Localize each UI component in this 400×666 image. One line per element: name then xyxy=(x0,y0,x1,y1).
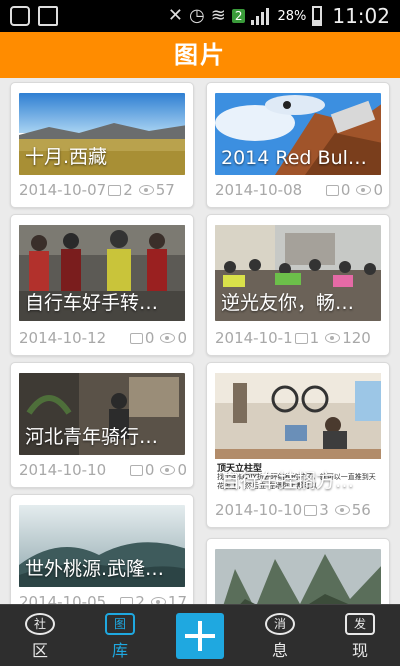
photo-date: 2014-10-08 xyxy=(215,181,303,199)
photo-card[interactable] xyxy=(206,538,390,604)
photo-thumbnail[interactable]: 世外桃源.武隆… xyxy=(19,505,185,587)
page-title: 图片 xyxy=(174,41,226,69)
view-icon xyxy=(138,185,154,195)
photo-caption: 2014 Red Bul… xyxy=(221,147,367,169)
view-count: 57 xyxy=(155,181,175,199)
photo-card[interactable]: 世外桃源.武隆… 2014-10-05 2 17 xyxy=(10,494,194,604)
photo-date: 2014-10-07 xyxy=(19,181,107,199)
view-icon xyxy=(356,185,372,195)
view-icon xyxy=(160,465,176,475)
comment-count: 0 xyxy=(144,461,155,479)
tab-label: 息 xyxy=(271,641,288,660)
photo-caption: 十月.西藏 xyxy=(25,146,108,168)
gallery-icon: 图 xyxy=(105,613,135,635)
comment-icon xyxy=(120,596,134,604)
comment-icon xyxy=(108,184,122,196)
title-bar: 图片 xyxy=(0,32,400,78)
comment-icon xyxy=(294,332,308,344)
tab-community[interactable]: 社 区 xyxy=(0,605,80,666)
photo-meta: 2014-10-12 0 0 xyxy=(19,327,187,349)
photo-card[interactable]: 十月.西藏 2014-10-07 2 57 xyxy=(10,82,194,208)
photo-card[interactable]: 自行车好手转… 2014-10-12 0 0 xyxy=(10,214,194,356)
comment-count: 0 xyxy=(144,329,155,347)
photo-thumbnail[interactable] xyxy=(215,549,381,604)
photo-thumbnail[interactable]: 2014 Red Bul… xyxy=(215,93,381,175)
photo-caption: 自行车好手转… xyxy=(25,292,159,314)
view-count: 0 xyxy=(177,329,187,347)
gallery-notification-icon xyxy=(38,6,58,26)
discover-icon: 发 xyxy=(345,613,375,635)
tab-label: 库 xyxy=(111,641,128,660)
comment-icon xyxy=(129,332,143,344)
mute-icon: ✕ xyxy=(167,5,183,26)
notification-icon xyxy=(10,6,30,26)
view-icon xyxy=(160,333,176,343)
photo-caption: 河北青年骑行… xyxy=(25,426,159,448)
photo-date: 2014-10-05 xyxy=(19,593,107,604)
photo-caption: 逆光友你，畅… xyxy=(221,292,355,314)
tab-label: 区 xyxy=(31,641,48,660)
photo-thumbnail[interactable]: 顶天立柱型 找个类似DIY抗去环结构的柱子，就可以一直推到天花板上，然后立 在墙… xyxy=(215,373,381,495)
photo-date: 2014-10-10 xyxy=(19,461,107,479)
comment-icon xyxy=(129,464,143,476)
photo-date: 2014-10-1 xyxy=(215,329,293,347)
view-count: 17 xyxy=(167,593,187,604)
comment-icon xyxy=(304,504,318,516)
photo-thumbnail[interactable]: 河北青年骑行… xyxy=(19,373,185,455)
comment-count: 2 xyxy=(135,593,145,604)
comment-icon xyxy=(325,184,339,196)
comment-count: 0 xyxy=(340,181,351,199)
tab-messages[interactable]: 消 息 xyxy=(240,605,320,666)
photo-feed[interactable]: 十月.西藏 2014-10-07 2 57 2014 Red Bul… 2 0 14… xyxy=(0,78,400,604)
view-count: 120 xyxy=(342,329,371,347)
add-button[interactable] xyxy=(176,613,224,659)
alarm-icon: ◷ xyxy=(189,5,205,26)
view-count: 56 xyxy=(351,501,371,519)
view-icon xyxy=(150,597,166,604)
photo-thumbnail[interactable]: 自行车好手转… xyxy=(19,225,185,321)
photo-date: 2014-10-10 xyxy=(215,501,303,519)
photo-card[interactable]: 河北青年骑行… 2014-10-10 0 0 xyxy=(10,362,194,488)
comment-count: 1 xyxy=(309,329,320,347)
photo-meta: 2014-10-1 1 120 xyxy=(215,327,383,349)
photo-meta: 2014-10-05 2 17 xyxy=(19,591,187,604)
battery-percent: 28% xyxy=(277,8,307,24)
photo-card[interactable]: 顶天立柱型 找个类似DIY抗去环结构的柱子，就可以一直推到天花板上，然后立 在墙… xyxy=(206,362,390,528)
view-icon xyxy=(325,333,341,343)
status-bar: ✕ ◷ ≋ 2 28% 11:02 xyxy=(0,0,400,32)
photo-meta: 2014-10-07 2 57 xyxy=(19,179,187,201)
comment-count: 3 xyxy=(319,501,329,519)
photo-thumbnail[interactable]: 十月.西藏 xyxy=(19,93,185,175)
view-count: 0 xyxy=(373,181,383,199)
photo-meta: 2014-10-08 0 0 xyxy=(215,179,383,201)
tab-label: 现 xyxy=(351,641,368,660)
signal-icon xyxy=(251,7,271,25)
tab-discover[interactable]: 发 现 xyxy=(320,605,400,666)
photo-thumbnail[interactable]: 逆光友你，畅… xyxy=(215,225,381,321)
photo-date: 2014-10-12 xyxy=(19,329,107,347)
tab-gallery[interactable]: 图 库 xyxy=(80,605,160,666)
photo-card[interactable]: 2014 Red Bul… 2014-10-08 0 0 xyxy=(206,82,390,208)
messages-icon: 消 xyxy=(265,613,295,635)
community-icon: 社 xyxy=(25,613,55,635)
photo-card[interactable]: 逆光友你，畅… 2014-10-1 1 120 xyxy=(206,214,390,356)
battery-icon xyxy=(312,6,323,26)
wifi-icon: ≋ xyxy=(210,5,226,26)
bottom-tab-bar: 社 区 图 库 消 息 发 现 xyxy=(0,604,400,666)
clock: 11:02 xyxy=(332,4,390,28)
comment-count: 2 xyxy=(123,181,133,199)
view-icon xyxy=(334,505,350,515)
photo-caption: 自行车挂搁方… xyxy=(221,470,355,492)
sim-indicator: 2 xyxy=(231,9,246,23)
view-count: 0 xyxy=(177,461,187,479)
photo-meta: 2014-10-10 0 0 xyxy=(19,459,187,481)
photo-meta: 2014-10-10 3 56 xyxy=(215,499,383,521)
photo-caption: 世外桃源.武隆… xyxy=(25,558,165,580)
